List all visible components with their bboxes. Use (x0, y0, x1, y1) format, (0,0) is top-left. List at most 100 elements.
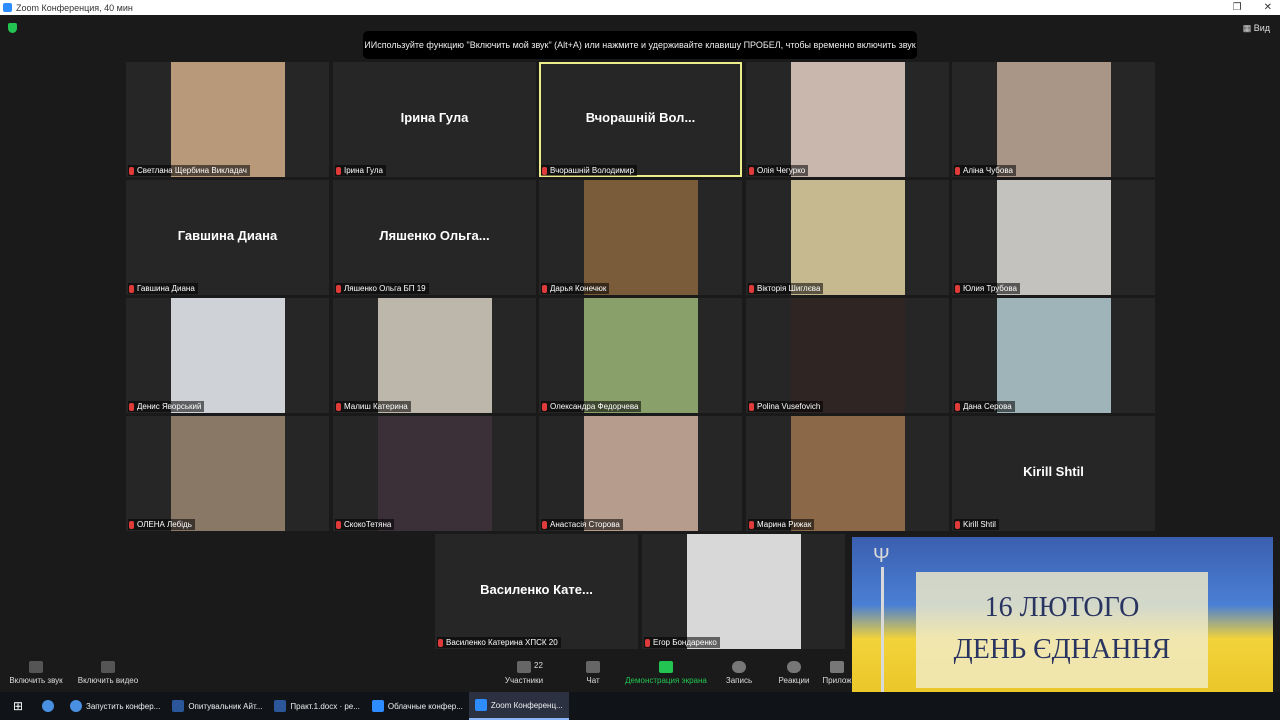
participant-tile[interactable]: Ляшенко Ольга... Ляшенко Ольга БП 19 (333, 180, 536, 295)
participant-tile[interactable]: Дана Серова (952, 298, 1155, 413)
window-titlebar: Zoom Конференция, 40 мин ❐ ✕ (0, 0, 1280, 15)
participant-video (790, 180, 905, 295)
participant-name: Ірина Гула (344, 166, 383, 175)
mic-muted-icon (542, 402, 547, 411)
participant-name-label: Polina Vusefovich (748, 401, 824, 412)
participant-video (583, 298, 698, 413)
taskbar-item-chrome-icon[interactable] (36, 692, 64, 720)
mic-muted-icon (955, 166, 960, 175)
participant-name: Светлана Щербина Викладач (137, 166, 247, 175)
mic-muted-icon (749, 284, 754, 293)
mic-muted-icon (129, 166, 134, 175)
participant-name-label: Денис Яворський (128, 401, 205, 412)
mic-muted-icon (542, 284, 547, 293)
participant-tile[interactable]: Ірина Гула Ірина Гула (333, 62, 536, 177)
participant-tile[interactable]: Олія Чегурко (746, 62, 949, 177)
participant-name-label: Вчорашній Володимир (541, 165, 638, 176)
participant-name: Егор Бондаренко (653, 638, 717, 647)
record-icon (732, 661, 746, 673)
participant-tile[interactable]: ОЛЕНА Лебідь (126, 416, 329, 531)
start-video-button[interactable]: Включить видео (76, 661, 140, 685)
participant-video (996, 180, 1111, 295)
mic-muted-icon (29, 661, 43, 673)
participant-name-label: Ляшенко Ольга БП 19 (335, 283, 429, 294)
participant-tile[interactable]: Polina Vusefovich (746, 298, 949, 413)
participant-tile[interactable]: Василенко Кате... Василенко Катерина ХПСК… (435, 534, 638, 649)
mic-muted-icon (336, 520, 341, 529)
caption-line-1: 16 ЛЮТОГО (984, 592, 1140, 623)
restore-icon[interactable]: ❐ (1233, 0, 1242, 15)
participant-tile[interactable]: Вчорашній Вол... Вчорашній Володимир (539, 62, 742, 177)
chat-button[interactable]: Чат (580, 661, 606, 685)
mic-muted-icon (645, 638, 650, 647)
mic-muted-icon (336, 284, 341, 293)
apps-icon (830, 661, 844, 673)
participant-name-label: ОЛЕНА Лебідь (128, 519, 195, 530)
participant-tile[interactable]: СкокоТетяна (333, 416, 536, 531)
taskbar-item-4[interactable]: Zoom Конференц... (468, 692, 569, 720)
close-icon[interactable]: ✕ (1264, 0, 1272, 15)
participant-tile[interactable]: Kirill Shtil Kirill Shtil (952, 416, 1155, 531)
reactions-button[interactable]: Реакции (774, 661, 814, 685)
participants-button[interactable]: Участники 22 (500, 661, 548, 685)
participant-tile[interactable]: Малиш Катерина (333, 298, 536, 413)
record-button[interactable]: Запись (722, 661, 756, 685)
mic-muted-icon (955, 284, 960, 293)
participant-name: Олія Чегурко (757, 166, 806, 175)
participant-video (170, 62, 285, 177)
participant-video (996, 62, 1111, 177)
participant-video (377, 298, 492, 413)
participant-display-name: Вчорашній Вол... (585, 110, 696, 125)
participant-tile[interactable]: Юлия Трубова (952, 180, 1155, 295)
mic-muted-icon (542, 166, 547, 175)
participant-name: Василенко Катерина ХПСК 20 (446, 638, 558, 647)
mic-muted-icon (438, 638, 443, 647)
word-icon (274, 700, 287, 712)
participant-name: Гавшина Диана (137, 284, 195, 293)
participant-tile[interactable]: Егор Бондаренко (642, 534, 845, 649)
mic-muted-icon (749, 166, 754, 175)
word-icon (172, 700, 185, 712)
participant-name-label: Марина Рижак (748, 519, 815, 530)
participant-tile[interactable]: Аліна Чубова (952, 62, 1155, 177)
participant-name-label: Малиш Катерина (335, 401, 411, 412)
reactions-icon (787, 661, 801, 673)
video-gallery: ▦ Вид ИИспользуйте функцию "Включить мой… (0, 15, 1280, 707)
windows-taskbar: ⊞ Запустить конфер... Опитувальник Айт..… (0, 692, 1280, 720)
participant-tile[interactable]: Марина Рижак (746, 416, 949, 531)
taskbar-item-0[interactable]: Запустить конфер... (64, 692, 166, 720)
participant-video (790, 62, 905, 177)
participant-video (170, 298, 285, 413)
mic-muted-icon (955, 520, 960, 529)
participant-name: Марина Рижак (757, 520, 812, 529)
participant-tile[interactable]: Светлана Щербина Викладач (126, 62, 329, 177)
taskbar-item-2[interactable]: Практ.1.docx · ре... (268, 692, 365, 720)
share-screen-button[interactable]: Демонстрация экрана (622, 661, 710, 685)
participant-name-label: СкокоТетяна (335, 519, 395, 530)
encryption-shield-icon[interactable] (8, 23, 17, 33)
participant-tile[interactable]: Вікторія Шиглєва (746, 180, 949, 295)
taskbar-item-1[interactable]: Опитувальник Айт... (166, 692, 268, 720)
unmute-button[interactable]: Включить звук (6, 661, 66, 685)
share-screen-icon (659, 661, 673, 673)
apps-button[interactable]: Прилож (822, 661, 852, 685)
participant-tile[interactable]: Гавшина Диана Гавшина Диана (126, 180, 329, 295)
participant-tile[interactable]: Денис Яворський (126, 298, 329, 413)
participant-tile[interactable]: Анастасія Сторова (539, 416, 742, 531)
view-button[interactable]: ▦ Вид (1243, 23, 1270, 34)
participant-name-label: Ірина Гула (335, 165, 386, 176)
participant-name-label: Юлия Трубова (954, 283, 1020, 294)
participant-tile[interactable]: Олександра Федорчева (539, 298, 742, 413)
participant-name: СкокоТетяна (344, 520, 392, 529)
participant-name-label: Светлана Щербина Викладач (128, 165, 250, 176)
participant-name: Олександра Федорчева (550, 402, 639, 411)
windows-icon: ⊞ (12, 699, 24, 713)
participant-name: Ляшенко Ольга БП 19 (344, 284, 426, 293)
participant-name: Вчорашній Володимир (550, 166, 635, 175)
start-button[interactable]: ⊞ (0, 692, 36, 720)
participant-name: Юлия Трубова (963, 284, 1017, 293)
zoom-icon (371, 700, 384, 712)
participant-name-label: Kirill Shtil (954, 519, 999, 530)
taskbar-item-3[interactable]: Облачные конфер... (366, 692, 469, 720)
participant-tile[interactable]: Дарья Конечюк (539, 180, 742, 295)
